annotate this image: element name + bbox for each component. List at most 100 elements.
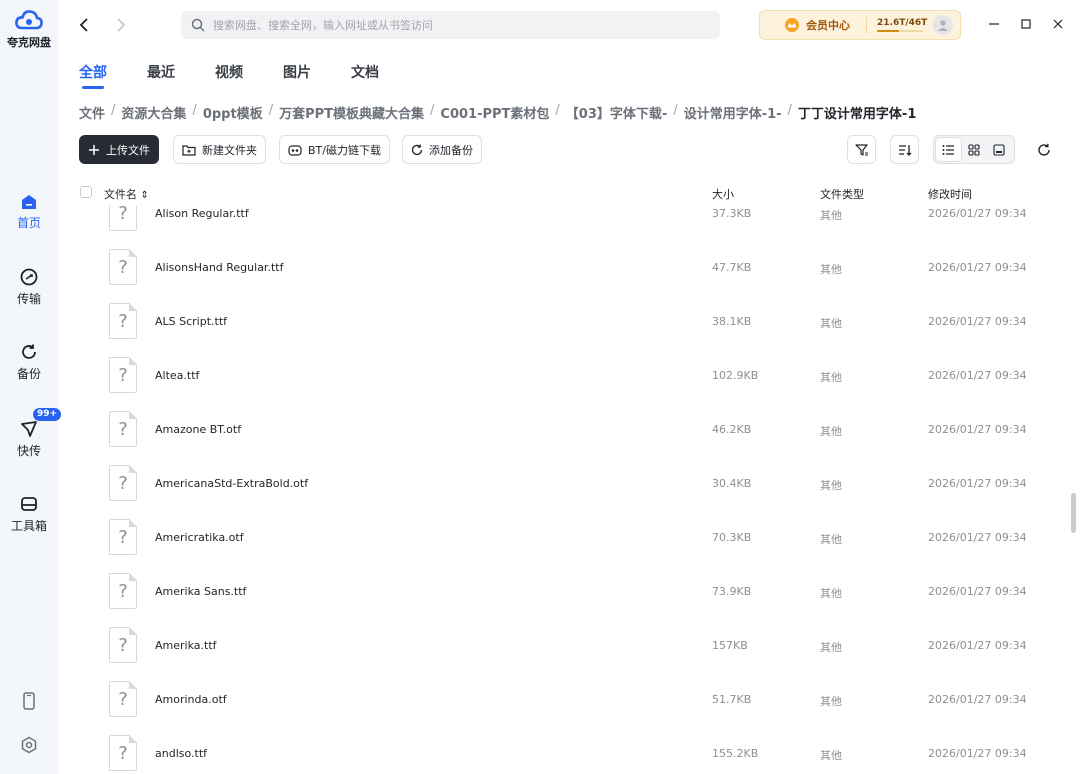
breadcrumb-current: 丁丁设计常用字体-1 <box>797 107 917 122</box>
grid-view-icon <box>968 143 980 156</box>
tab-recent[interactable]: 最近 <box>147 62 175 82</box>
minimize-button[interactable] <box>987 17 1001 31</box>
file-modified: 2026/01/27 09:34 <box>928 369 1027 382</box>
add-backup-button-label: 添加备份 <box>429 143 473 157</box>
back-button[interactable] <box>73 14 95 36</box>
table-row[interactable]: ? Alison Regular.ttf 37.3KB 其他 2026/01/2… <box>58 206 1068 248</box>
sort-button[interactable] <box>890 135 919 164</box>
file-type: 其他 <box>820 371 842 384</box>
breadcrumb-item[interactable]: 文件 <box>79 103 105 122</box>
file-modified: 2026/01/27 09:34 <box>928 639 1027 652</box>
file-name: Amorinda.otf <box>155 693 227 706</box>
breadcrumb-item[interactable]: C001-PPT素材包 <box>440 103 549 122</box>
sidebar: 夸克网盘 首页 传输 备份 99+ 快传 工具箱 <box>0 0 62 774</box>
filter-button[interactable] <box>847 135 876 164</box>
file-type: 其他 <box>820 749 842 762</box>
file-name: Amazone BT.otf <box>155 423 242 436</box>
quick-send-icon <box>21 421 37 437</box>
maximize-button[interactable] <box>1019 17 1033 31</box>
table-row[interactable]: ? AmericanaStd-ExtraBold.otf 30.4KB 其他 2… <box>58 464 1068 518</box>
settings-button[interactable] <box>0 736 58 757</box>
table-row[interactable]: ? Amorinda.otf 51.7KB 其他 2026/01/27 09:3… <box>58 680 1068 734</box>
upload-button[interactable]: 上传文件 <box>79 135 159 164</box>
close-button[interactable] <box>1051 17 1065 31</box>
tab-video[interactable]: 视频 <box>215 62 243 82</box>
sidebar-item-transfer[interactable]: 传输 <box>0 268 58 307</box>
breadcrumb-item[interactable]: 0ppt模板 <box>203 103 263 122</box>
breadcrumb: 文件 / 资源大合集 / 0ppt模板 / 万套PPT模板典藏大合集 / C00… <box>79 103 916 122</box>
tab-all[interactable]: 全部 <box>79 62 107 89</box>
table-row[interactable]: ? AlisonsHand Regular.ttf 47.7KB 其他 2026… <box>58 248 1068 302</box>
sidebar-item-home[interactable]: 首页 <box>0 194 58 231</box>
bt-magnet-download-button[interactable]: BT/磁力链下载 <box>279 135 390 164</box>
sort-icon <box>898 144 911 156</box>
refresh-button[interactable] <box>1033 139 1055 161</box>
file-list: ? Alison Regular.ttf 37.3KB 其他 2026/01/2… <box>58 206 1068 774</box>
table-row[interactable]: ? Altea.ttf 102.9KB 其他 2026/01/27 09:34 <box>58 356 1068 410</box>
new-folder-button-label: 新建文件夹 <box>202 143 257 157</box>
grid-view-button[interactable] <box>961 138 986 161</box>
table-row[interactable]: ? andlso.ttf 155.2KB 其他 2026/01/27 09:34 <box>58 734 1068 774</box>
column-header-type[interactable]: 文件类型 <box>820 186 864 202</box>
member-center[interactable]: 会员中心 21.6T/46T <box>759 10 961 40</box>
search-icon <box>191 18 205 32</box>
table-row[interactable]: ? ALS Script.ttf 38.1KB 其他 2026/01/27 09… <box>58 302 1068 356</box>
file-type: 其他 <box>820 425 842 438</box>
maximize-icon <box>1021 19 1031 29</box>
refresh-icon <box>1038 143 1050 156</box>
new-folder-button[interactable]: 新建文件夹 <box>173 135 266 164</box>
file-name: Altea.ttf <box>155 369 200 382</box>
column-header-modified[interactable]: 修改时间 <box>928 186 972 202</box>
table-row[interactable]: ? Americratika.otf 70.3KB 其他 2026/01/27 … <box>58 518 1068 572</box>
sidebar-item-backup[interactable]: 备份 <box>0 343 58 382</box>
breadcrumb-separator: / <box>268 103 274 118</box>
search-input[interactable] <box>213 18 693 32</box>
crown-icon <box>785 18 799 32</box>
breadcrumb-item[interactable]: 【03】字体下载- <box>566 103 668 122</box>
unknown-file-icon: ? <box>109 249 137 285</box>
file-type: 其他 <box>820 695 842 708</box>
sidebar-item-label: 首页 <box>16 216 41 230</box>
file-size: 30.4KB <box>712 477 752 490</box>
file-modified: 2026/01/27 09:34 <box>928 585 1027 598</box>
avatar[interactable] <box>933 15 953 35</box>
file-name: Amerika Sans.ttf <box>155 585 247 598</box>
file-name: Alison Regular.ttf <box>155 207 249 220</box>
column-header-size[interactable]: 大小 <box>712 186 734 202</box>
tab-image[interactable]: 图片 <box>283 62 311 82</box>
phone-button[interactable] <box>0 692 58 713</box>
forward-button[interactable] <box>110 14 132 36</box>
breadcrumb-item[interactable]: 资源大合集 <box>121 103 186 122</box>
tab-document[interactable]: 文档 <box>351 62 379 82</box>
breadcrumb-separator: / <box>555 103 560 118</box>
app-logo[interactable]: 夸克网盘 <box>0 8 58 50</box>
table-row[interactable]: ? Amazone BT.otf 46.2KB 其他 2026/01/27 09… <box>58 410 1068 464</box>
column-header-name-label: 文件名 <box>104 188 137 201</box>
backup-icon <box>22 344 36 359</box>
sidebar-item-label: 备份 <box>16 367 41 381</box>
unknown-file-icon: ? <box>109 303 137 339</box>
breadcrumb-item[interactable]: 万套PPT模板典藏大合集 <box>279 103 424 122</box>
vertical-scrollbar[interactable] <box>1071 493 1076 533</box>
table-row[interactable]: ? Amerika Sans.ttf 73.9KB 其他 2026/01/27 … <box>58 572 1068 626</box>
file-modified: 2026/01/27 09:34 <box>928 477 1027 490</box>
sidebar-item-toolbox[interactable]: 工具箱 <box>0 495 58 534</box>
unknown-file-icon: ? <box>109 681 137 717</box>
sidebar-item-quick-send[interactable]: 99+ 快传 <box>0 408 62 459</box>
list-view-button[interactable] <box>936 138 962 161</box>
app-name: 夸克网盘 <box>7 36 51 49</box>
select-all-checkbox[interactable] <box>80 186 92 198</box>
table-row[interactable]: ? Amerika.ttf 157KB 其他 2026/01/27 09:34 <box>58 626 1068 680</box>
magnet-icon <box>288 144 302 156</box>
unknown-file-icon: ? <box>109 206 137 231</box>
upload-button-label: 上传文件 <box>106 143 150 157</box>
breadcrumb-separator: / <box>787 103 792 118</box>
breadcrumb-item[interactable]: 设计常用字体-1- <box>684 103 782 122</box>
breadcrumb-separator: / <box>192 103 197 118</box>
preview-view-button[interactable] <box>987 138 1012 161</box>
file-size: 70.3KB <box>712 531 752 544</box>
add-backup-button[interactable]: 添加备份 <box>402 135 482 164</box>
search-bar[interactable] <box>181 11 720 39</box>
breadcrumb-separator: / <box>673 103 678 118</box>
column-header-name[interactable]: 文件名 ⇕ <box>104 186 149 202</box>
